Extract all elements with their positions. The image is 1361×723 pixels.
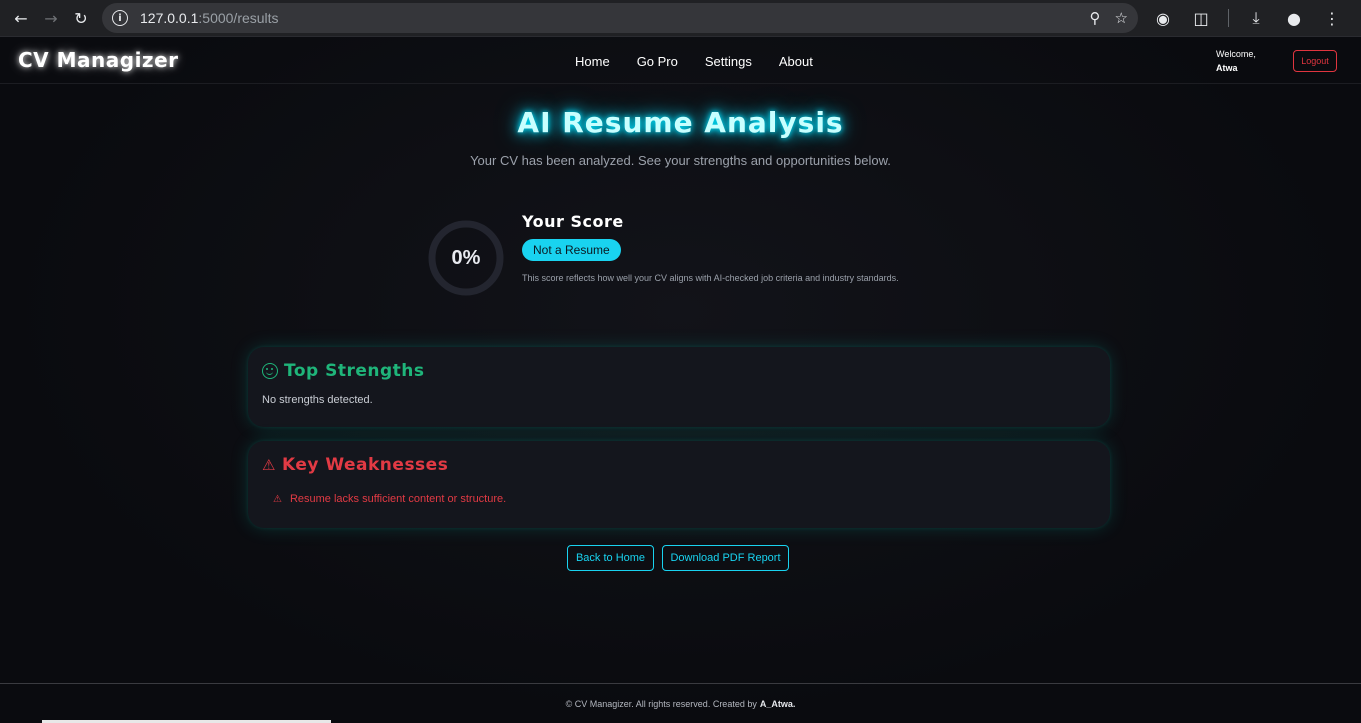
nav-link-settings[interactable]: Settings xyxy=(705,54,752,69)
nav-link-home[interactable]: Home xyxy=(575,54,610,69)
score-value: 0% xyxy=(451,246,481,269)
site-footer: © CV Managizer. All rights reserved. Cre… xyxy=(0,683,1361,723)
strengths-header: Top Strengths xyxy=(262,361,425,381)
weakness-item: ⚠ Resume lacks sufficient content or str… xyxy=(273,493,506,505)
nav-link-about[interactable]: About xyxy=(779,54,813,69)
page-title: AI Resume Analysis xyxy=(517,106,844,139)
weaknesses-card: ⚠ Key Weaknesses ⚠ Resume lacks sufficie… xyxy=(248,441,1110,528)
site-navbar: CV Managizer Home Go Pro Settings About … xyxy=(0,36,1361,84)
extensions-puzzle-icon[interactable]: ◫ xyxy=(1186,3,1216,33)
bookmark-star-icon[interactable]: ☆ xyxy=(1115,9,1128,27)
toolbar-divider xyxy=(1228,9,1229,27)
nav-links: Home Go Pro Settings About xyxy=(575,37,813,85)
profile-avatar-icon[interactable]: ● xyxy=(1279,3,1309,33)
nav-link-go-pro[interactable]: Go Pro xyxy=(637,54,678,69)
forward-arrow-icon[interactable]: → xyxy=(36,3,66,33)
warning-icon: ⚠ xyxy=(262,456,276,474)
score-title: Your Score xyxy=(522,212,624,231)
site-logo[interactable]: CV Managizer xyxy=(18,48,179,72)
zoom-icon[interactable]: ⚲ xyxy=(1090,9,1101,27)
weaknesses-header: ⚠ Key Weaknesses xyxy=(262,455,448,475)
address-bar[interactable]: i 127.0.0.1:5000/results ⚲ ☆ xyxy=(102,3,1138,33)
weakness-text: Resume lacks sufficient content or struc… xyxy=(289,493,507,505)
download-pdf-button[interactable]: Download PDF Report xyxy=(662,545,789,571)
score-description: This score reflects how well your CV ali… xyxy=(522,273,899,283)
url-text[interactable]: 127.0.0.1:5000/results xyxy=(140,10,279,26)
download-icon[interactable]: ⤓ xyxy=(1241,3,1271,33)
back-arrow-icon[interactable]: ← xyxy=(6,3,36,33)
strengths-title: Top Strengths xyxy=(284,361,425,381)
score-badge: Not a Resume xyxy=(522,239,621,261)
reload-icon[interactable]: ↻ xyxy=(66,3,96,33)
score-ring: 0% xyxy=(427,219,505,297)
page: CV Managizer Home Go Pro Settings About … xyxy=(0,36,1361,723)
warning-small-icon: ⚠ xyxy=(273,493,282,505)
logout-button[interactable]: Logout xyxy=(1293,50,1337,72)
strengths-empty-text: No strengths detected. xyxy=(262,394,373,406)
page-subtitle: Your CV has been analyzed. See your stre… xyxy=(470,153,891,168)
extension-icon[interactable]: ◉ xyxy=(1148,3,1178,33)
site-info-icon[interactable]: i xyxy=(112,10,128,26)
menu-dots-icon[interactable]: ⋮ xyxy=(1317,3,1347,33)
weaknesses-title: Key Weaknesses xyxy=(281,455,449,475)
back-to-home-button[interactable]: Back to Home xyxy=(567,545,654,571)
browser-toolbar: ← → ↻ i 127.0.0.1:5000/results ⚲ ☆ ◉ ◫ ⤓… xyxy=(0,0,1361,36)
welcome-label: Welcome, xyxy=(1216,49,1256,59)
smile-icon xyxy=(262,363,278,379)
username: Atwa xyxy=(1216,63,1238,73)
strengths-card: Top Strengths No strengths detected. xyxy=(248,347,1110,427)
welcome-text: Welcome, Atwa xyxy=(1216,47,1256,75)
footer-author: A_Atwa. xyxy=(759,698,796,709)
footer-text: © CV Managizer. All rights reserved. Cre… xyxy=(565,698,757,709)
